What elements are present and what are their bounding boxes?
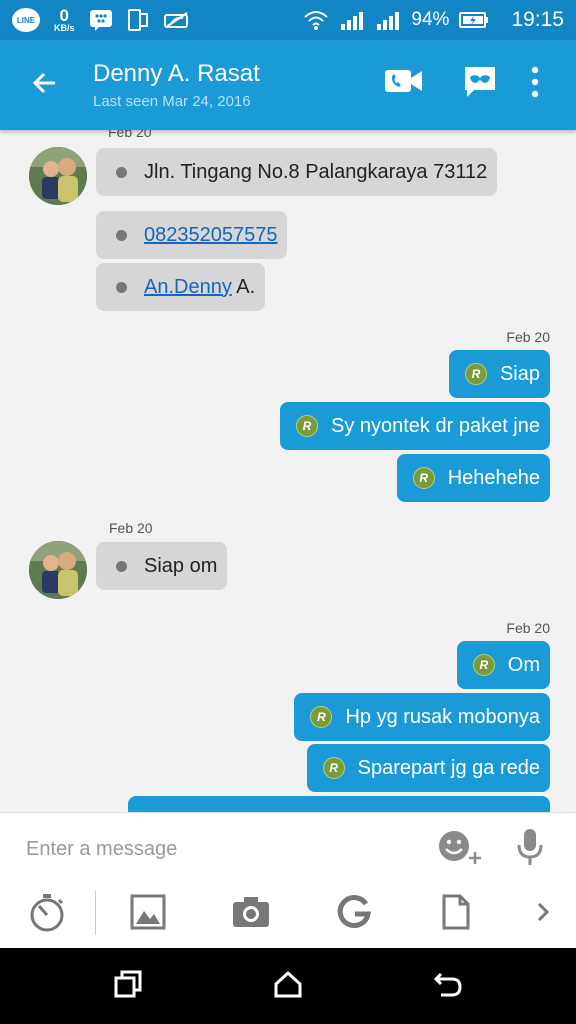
- message-text: Hp yg rusak mobonya: [345, 705, 540, 728]
- message-text: Hehehehe: [447, 466, 540, 489]
- outgoing-message[interactable]: R Hehehehe: [396, 454, 550, 502]
- read-receipt-icon: R: [322, 757, 345, 779]
- unread-dot: [116, 166, 127, 178]
- bbm-icon: [89, 9, 113, 31]
- outgoing-message[interactable]: R Hp yg rusak mobonya: [294, 693, 550, 741]
- file-button[interactable]: [436, 893, 476, 935]
- message-text: Om: [507, 653, 540, 676]
- recent-apps-button[interactable]: [108, 968, 148, 1004]
- google-icon: [336, 894, 372, 935]
- microphone-icon: [516, 827, 544, 872]
- status-bar: LINE 0 KB/s 94% 19:15: [0, 0, 576, 40]
- date-separator: Feb 20: [506, 620, 550, 636]
- date-separator: Feb 20: [108, 130, 152, 140]
- message-text: Sy nyontek dr paket jne: [330, 414, 540, 437]
- last-seen-status: Last seen Mar 24, 2016: [93, 93, 251, 110]
- message-text: Sparepart jg ga rede: [357, 756, 540, 779]
- signal-sim1-icon: [339, 10, 365, 30]
- contact-avatar[interactable]: [29, 147, 87, 205]
- back-nav-button[interactable]: [428, 968, 468, 1004]
- outgoing-message-clipped[interactable]: [128, 796, 550, 812]
- incoming-message[interactable]: Jln. Tingang No.8 Palangkaraya 73112: [96, 148, 498, 196]
- gallery-button[interactable]: [126, 893, 170, 935]
- back-button[interactable]: [26, 66, 64, 104]
- image-icon: [130, 894, 166, 935]
- unread-dot: [116, 281, 127, 293]
- battery-icon: [459, 12, 489, 28]
- google-search-button[interactable]: [332, 893, 376, 935]
- outgoing-message[interactable]: R Sparepart jg ga rede: [306, 744, 550, 792]
- chevron-right-icon: [535, 900, 551, 929]
- camera-button[interactable]: [228, 893, 274, 935]
- video-call-icon: [384, 64, 424, 103]
- unread-dot: [116, 229, 127, 241]
- timer-button[interactable]: [26, 893, 68, 935]
- battery-saver-icon: [163, 9, 191, 31]
- incoming-message[interactable]: An.Denny A.: [96, 263, 266, 311]
- incoming-message[interactable]: 082352057575: [96, 211, 288, 259]
- wifi-icon: [303, 8, 329, 32]
- read-receipt-icon: R: [464, 363, 487, 385]
- name-link[interactable]: An.Denny: [144, 276, 232, 299]
- chat-header: Denny A. Rasat Last seen Mar 24, 2016: [0, 40, 576, 130]
- arrow-left-icon: [31, 69, 59, 102]
- stopwatch-icon: [28, 892, 66, 937]
- chat-mask-button[interactable]: [462, 64, 498, 105]
- message-text: Jln. Tingang No.8 Palangkaraya 73112: [144, 160, 488, 183]
- file-icon: [441, 894, 471, 935]
- line-app-icon: LINE: [12, 8, 40, 32]
- network-speed-value: 0: [59, 6, 69, 25]
- battery-percent: 94%: [411, 9, 450, 30]
- video-call-button[interactable]: [384, 64, 424, 103]
- read-receipt-icon: R: [310, 706, 333, 728]
- line-label: LINE: [16, 15, 36, 25]
- network-speed-unit: KB/s: [54, 23, 75, 33]
- read-receipt-icon: R: [295, 415, 318, 437]
- message-list[interactable]: Feb 20 Jln. Tingang No.8 Palangkaraya 73…: [0, 130, 576, 812]
- emoji-add-icon: [437, 829, 483, 870]
- read-receipt-icon: R: [412, 467, 435, 489]
- more-vert-icon: [528, 64, 542, 105]
- toolbar-divider: [95, 891, 96, 935]
- composer: [0, 812, 576, 948]
- screen-mirror-icon: [127, 8, 149, 32]
- date-separator: Feb 20: [506, 329, 550, 345]
- more-tools-button[interactable]: [528, 897, 558, 931]
- outgoing-message[interactable]: R Siap: [448, 350, 550, 398]
- clock: 19:15: [511, 8, 564, 31]
- message-input[interactable]: [14, 827, 414, 871]
- contact-name[interactable]: Denny A. Rasat: [93, 60, 260, 88]
- message-text: Siap: [499, 362, 540, 385]
- home-button[interactable]: [268, 968, 308, 1004]
- phone-link[interactable]: 082352057575: [144, 224, 277, 247]
- chat-mask-icon: [462, 64, 498, 105]
- home-icon: [273, 970, 303, 1003]
- contact-avatar[interactable]: [29, 541, 87, 599]
- unread-dot: [116, 560, 127, 572]
- network-speed: 0 KB/s: [54, 7, 75, 33]
- camera-icon: [231, 895, 271, 934]
- message-text: Siap om: [144, 554, 218, 577]
- signal-sim2-icon: [375, 10, 401, 30]
- outgoing-message[interactable]: R Sy nyontek dr paket jne: [279, 402, 550, 450]
- incoming-message[interactable]: Siap om: [96, 542, 228, 590]
- emoji-button[interactable]: [436, 829, 484, 869]
- outgoing-message[interactable]: R Om: [456, 641, 550, 689]
- recent-apps-icon: [114, 970, 142, 1003]
- voice-button[interactable]: [510, 827, 550, 871]
- overflow-menu-button[interactable]: [528, 64, 542, 105]
- system-nav-bar: [0, 948, 576, 1024]
- date-separator: Feb 20: [109, 520, 153, 536]
- back-nav-icon: [433, 970, 463, 1003]
- read-receipt-icon: R: [472, 654, 495, 676]
- message-text: A.: [231, 275, 256, 298]
